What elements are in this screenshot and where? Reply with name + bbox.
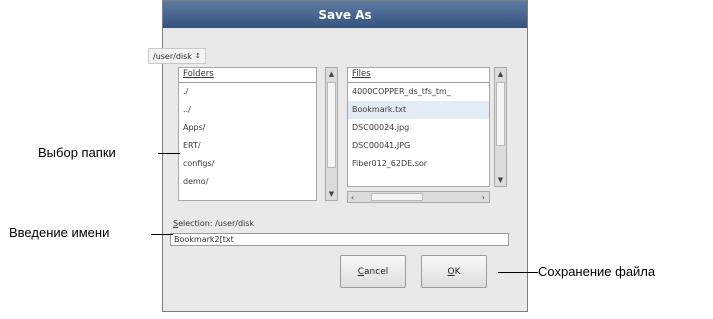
folders-list[interactable]: Folders ./ ../ Apps/ ERT/ configs/ demo/ xyxy=(178,67,317,201)
file-item[interactable]: Fiber012_62DE.sor xyxy=(348,155,489,173)
folder-item[interactable]: configs/ xyxy=(179,155,316,173)
path-dropdown-value: /user/disk xyxy=(153,51,192,61)
dropdown-arrows-icon: ↕ xyxy=(194,52,201,60)
cancel-label: ancel xyxy=(364,266,389,277)
path-dropdown[interactable]: /user/disk ↕ xyxy=(148,48,206,64)
ok-button[interactable]: OK xyxy=(421,255,487,288)
files-scrollbar[interactable]: ▲ ▼ xyxy=(494,67,507,187)
ok-label: K xyxy=(454,266,461,277)
files-hscroll-thumb[interactable] xyxy=(371,193,423,201)
dialog-title: Save As xyxy=(163,1,527,28)
scroll-left-icon[interactable]: ‹ xyxy=(348,193,363,202)
file-item[interactable]: DSC00041.JPG xyxy=(348,137,489,155)
ok-mnemonic: O xyxy=(447,266,455,277)
file-item-selected[interactable]: Bookmark.txt xyxy=(348,101,489,119)
files-hscrollbar[interactable]: ‹ › xyxy=(347,191,490,203)
selection-label: Selection: /user/disk xyxy=(173,219,254,228)
annotation-name-entry: Введение имени xyxy=(9,225,110,240)
folder-item[interactable]: demo/ xyxy=(179,173,316,191)
annotation-folder-select: Выбор папки xyxy=(38,145,116,160)
folders-scrollbar[interactable]: ▲ ▼ xyxy=(325,67,338,201)
scroll-up-icon[interactable]: ▲ xyxy=(495,68,506,80)
scroll-up-icon[interactable]: ▲ xyxy=(326,68,337,80)
file-item[interactable]: DSC00024.jpg xyxy=(348,119,489,137)
folders-header[interactable]: Folders xyxy=(179,68,316,83)
leader-line-folder xyxy=(158,153,180,154)
folder-item[interactable]: ./ xyxy=(179,83,316,101)
leader-line-name xyxy=(151,234,173,235)
file-item[interactable]: 4000COPPER_ds_tfs_tm_ xyxy=(348,83,489,101)
folder-item[interactable]: ERT/ xyxy=(179,137,316,155)
files-list[interactable]: Files 4000COPPER_ds_tfs_tm_ Bookmark.txt… xyxy=(347,67,490,187)
folder-item[interactable]: Apps/ xyxy=(179,119,316,137)
scroll-right-icon[interactable]: › xyxy=(482,193,489,202)
filename-input[interactable]: Bookmark2[txt xyxy=(170,233,509,246)
selection-label-text: election: /user/disk xyxy=(178,219,255,228)
scroll-down-icon[interactable]: ▼ xyxy=(495,174,506,186)
annotation-save-file: Сохранение файла xyxy=(538,264,656,279)
folders-scroll-thumb[interactable] xyxy=(327,82,336,168)
folder-item[interactable]: ../ xyxy=(179,101,316,119)
files-header[interactable]: Files xyxy=(348,68,489,83)
scroll-down-icon[interactable]: ▼ xyxy=(326,188,337,200)
files-scroll-thumb[interactable] xyxy=(496,82,505,146)
leader-line-save xyxy=(498,272,538,273)
cancel-button[interactable]: Cancel xyxy=(340,255,406,288)
